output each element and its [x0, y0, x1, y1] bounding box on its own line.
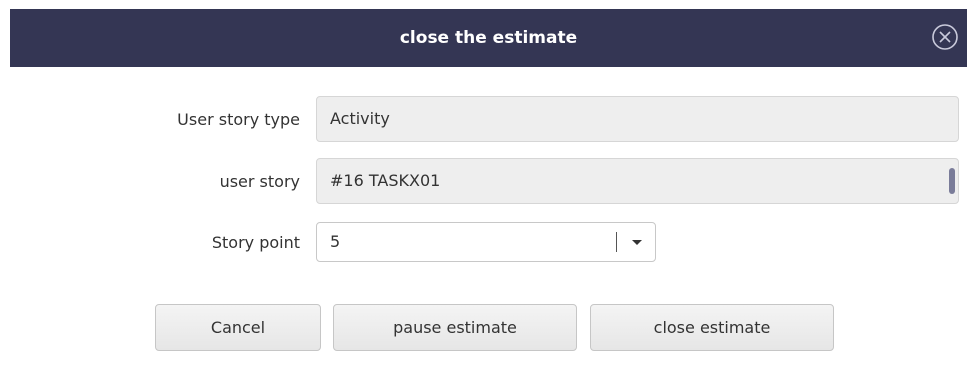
user-story-label: user story — [219, 172, 300, 191]
chevron-down-icon[interactable] — [632, 240, 642, 245]
dialog-title: close the estimate — [399, 28, 578, 48]
story-type-field: Activity — [316, 96, 959, 142]
pause-estimate-button[interactable]: pause estimate — [333, 304, 577, 351]
close-estimate-dialog: close the estimate User story type Activ… — [0, 0, 967, 365]
cancel-button[interactable]: Cancel — [155, 304, 321, 351]
user-story-scrollbar[interactable] — [949, 168, 955, 194]
story-point-label: Story point — [211, 233, 300, 252]
user-story-field[interactable]: #16 TASKX01 — [316, 158, 959, 204]
close-estimate-button[interactable]: close estimate — [590, 304, 834, 351]
story-point-select[interactable]: 5 — [316, 222, 656, 262]
user-story-value: #16 TASKX01 — [330, 171, 441, 190]
close-circle-icon[interactable] — [931, 23, 959, 51]
story-point-value: 5 — [330, 232, 341, 251]
dialog-titlebar: close the estimate — [10, 9, 967, 67]
story-type-value: Activity — [330, 109, 390, 128]
select-separator — [616, 232, 617, 252]
story-type-label: User story type — [177, 110, 300, 129]
